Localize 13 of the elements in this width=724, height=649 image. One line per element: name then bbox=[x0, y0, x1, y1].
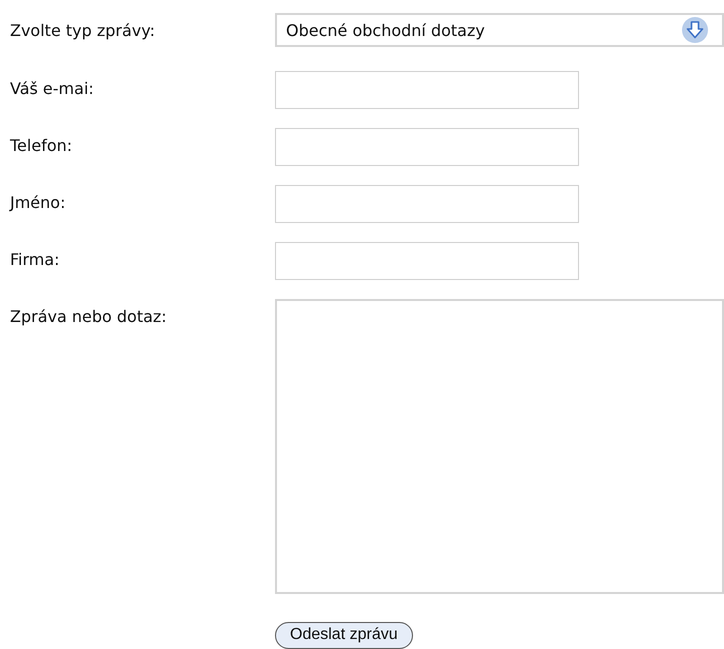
field-label: Zpráva nebo dotaz: bbox=[9, 306, 168, 326]
input-field[interactable] bbox=[275, 242, 579, 280]
message-type-dropdown[interactable]: Obecné obchodní dotazy bbox=[275, 13, 724, 47]
field-label: Telefon: bbox=[9, 135, 74, 155]
field-label: Váš e-mai: bbox=[9, 78, 95, 98]
field-label: Zvolte typ zprávy: bbox=[9, 20, 156, 40]
input-field[interactable] bbox=[275, 71, 579, 109]
submit-button[interactable]: Odeslat zprávu bbox=[275, 622, 413, 649]
input-field[interactable] bbox=[275, 128, 579, 166]
field-label: Firma: bbox=[9, 249, 61, 269]
message-textarea[interactable] bbox=[275, 299, 724, 594]
field-label: Jméno: bbox=[8, 192, 66, 212]
input-field[interactable] bbox=[275, 185, 579, 223]
